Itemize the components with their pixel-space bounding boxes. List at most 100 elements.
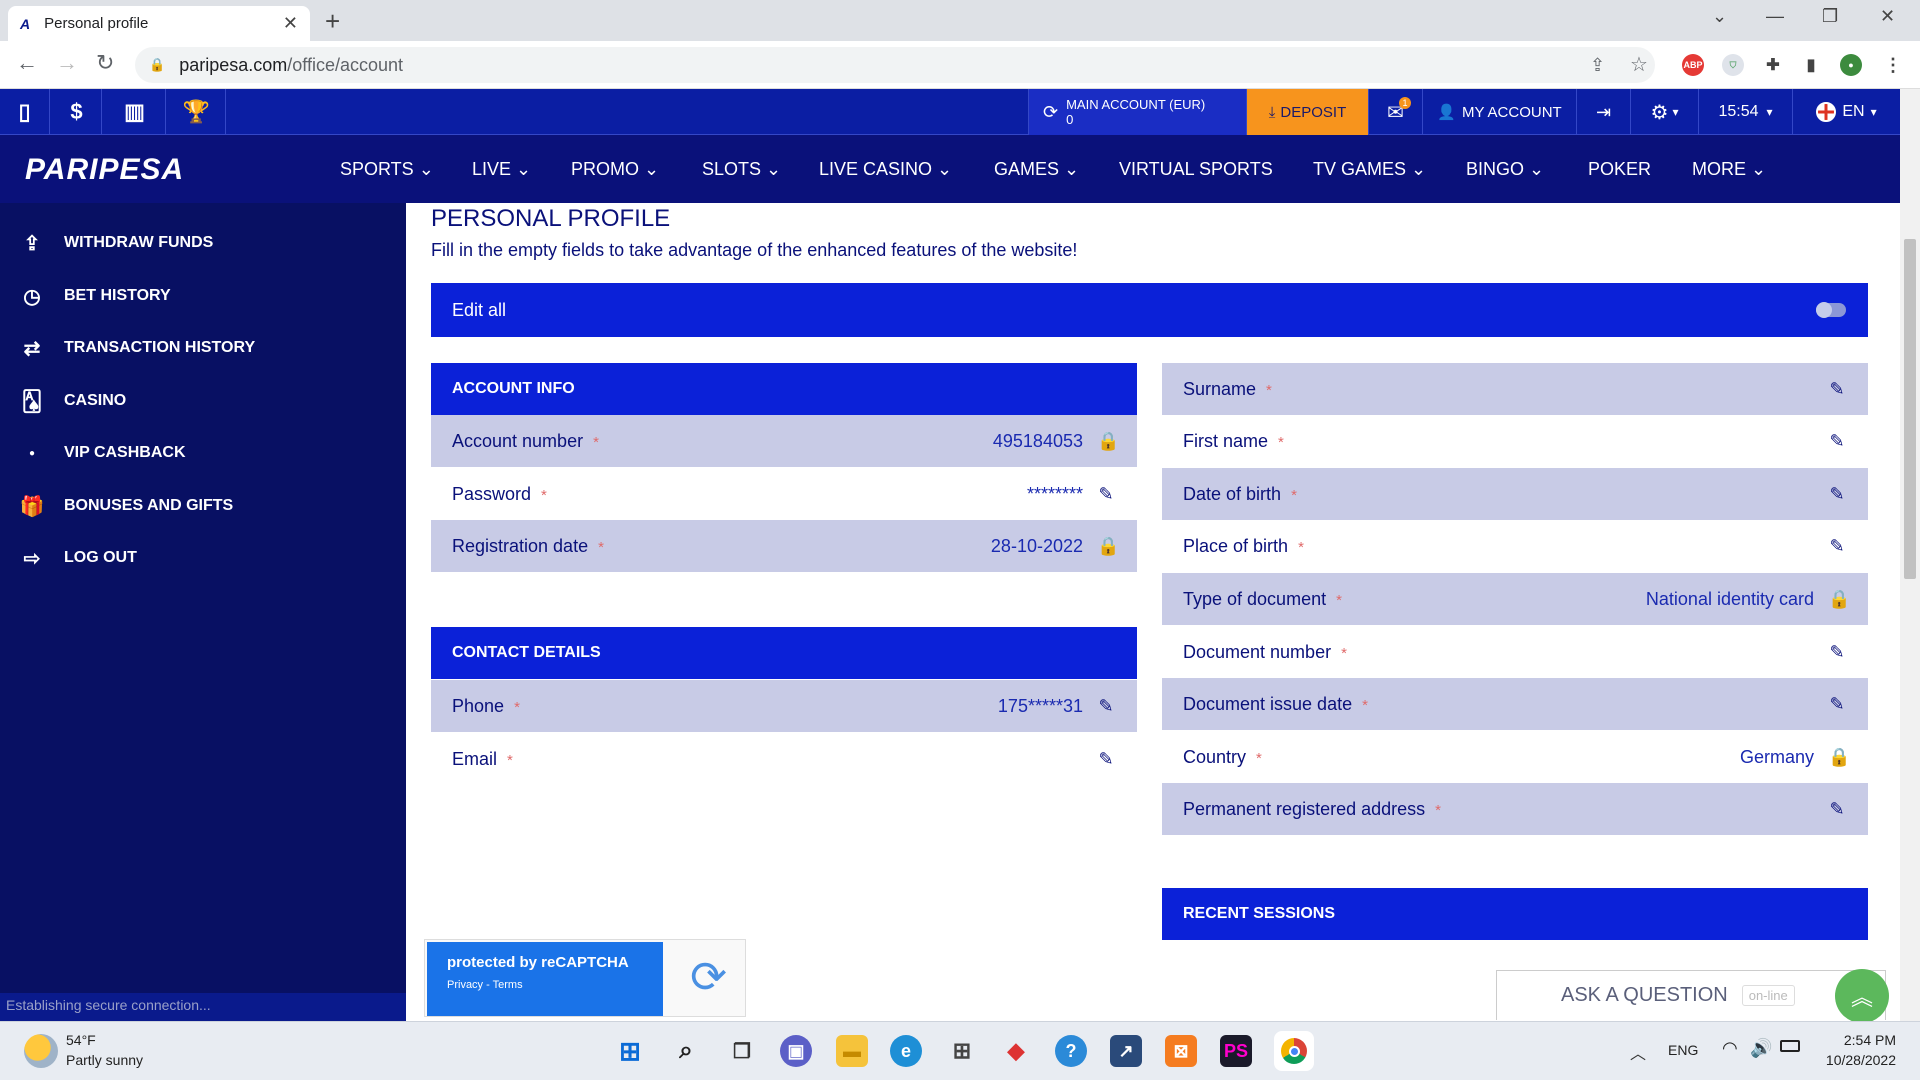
document-number-label: Document number: [1183, 641, 1332, 662]
adblock-icon[interactable]: ABP: [1682, 54, 1704, 76]
edit-all-toggle[interactable]: [1816, 302, 1846, 318]
menu-virtual-sports[interactable]: VIRTUAL SPORTS: [1119, 159, 1273, 180]
statistics-icon[interactable]: ▥: [104, 89, 166, 135]
browser-menu-icon[interactable]: ⋮: [1882, 54, 1904, 76]
recaptcha-links[interactable]: Privacy - Terms: [447, 979, 643, 991]
clock-icon: ◷: [23, 285, 41, 308]
sidebar-item-casino[interactable]: 🂡 CASINO: [0, 375, 406, 427]
main-account-block[interactable]: ⟳ MAIN ACCOUNT (EUR) 0: [1028, 89, 1246, 135]
back-icon[interactable]: ←: [16, 51, 38, 75]
windows-start-icon[interactable]: ⊞: [614, 1035, 646, 1067]
page-scrollbar[interactable]: [1900, 89, 1920, 1021]
scroll-up-icon[interactable]: ︽: [1835, 969, 1889, 1023]
search-icon[interactable]: ⌕: [670, 1035, 702, 1067]
clock-time[interactable]: 2:54 PM: [1820, 1032, 1896, 1048]
sidebar-item-bonuses[interactable]: 🎁 BONUSES AND GIFTS: [0, 480, 406, 532]
extensions-icon[interactable]: ✚: [1762, 54, 1784, 76]
menu-tv-games[interactable]: TV GAMES ⌄: [1313, 159, 1426, 180]
close-window-icon[interactable]: ✕: [1880, 6, 1895, 27]
gift-icon: 🎁: [19, 495, 45, 518]
browser-tab[interactable]: A Personal profile ✕: [8, 6, 310, 41]
time-selector[interactable]: 15:54 ▾: [1698, 89, 1792, 135]
address-bar[interactable]: 🔒 paripesa.com/office/account: [135, 47, 1655, 83]
bookmark-star-icon[interactable]: ☆: [1630, 53, 1648, 77]
refresh-icon[interactable]: ⟳: [1043, 103, 1058, 121]
language-selector[interactable]: EN ▾: [1792, 89, 1900, 135]
sidebar-item-withdraw[interactable]: ⇪ WITHDRAW FUNDS: [0, 217, 406, 269]
required-mark: *: [541, 486, 547, 504]
pencil-icon[interactable]: ✎: [1828, 379, 1846, 400]
new-tab-button[interactable]: +: [325, 6, 340, 36]
minimize-icon[interactable]: —: [1766, 6, 1784, 27]
profile-avatar[interactable]: ●: [1840, 54, 1862, 76]
sidebar-item-bet-history[interactable]: ◷ BET HISTORY: [0, 270, 406, 322]
menu-live-casino[interactable]: LIVE CASINO ⌄: [819, 159, 952, 180]
messages-button[interactable]: ✉ 1: [1368, 89, 1422, 135]
dollar-icon[interactable]: $: [52, 89, 102, 135]
pencil-icon[interactable]: ✎: [1828, 536, 1846, 557]
recaptcha-badge[interactable]: protected by reCAPTCHA Privacy - Terms ⟳: [424, 939, 746, 1017]
shield-extension-icon[interactable]: ⛉: [1722, 54, 1744, 76]
edge-icon[interactable]: e: [890, 1035, 922, 1067]
app-diamond-icon[interactable]: ◆: [1000, 1035, 1032, 1067]
registration-date-value: 28-10-2022: [990, 535, 1083, 556]
side-panel-icon[interactable]: ▮: [1800, 54, 1822, 76]
required-mark: *: [1256, 749, 1262, 767]
pencil-icon[interactable]: ✎: [1828, 694, 1846, 715]
help-icon[interactable]: ?: [1055, 1035, 1087, 1067]
language-value: EN: [1842, 103, 1865, 120]
edit-all-label: Edit all: [452, 299, 507, 320]
deposit-button[interactable]: ⤓ DEPOSIT: [1246, 89, 1368, 135]
pencil-icon[interactable]: ✎: [1828, 642, 1846, 663]
menu-promo[interactable]: PROMO ⌄: [571, 159, 659, 180]
mobile-icon[interactable]: ▯: [0, 89, 50, 135]
chrome-taskbar-button[interactable]: [1274, 1031, 1314, 1071]
menu-poker[interactable]: POKER: [1588, 159, 1651, 180]
pencil-icon[interactable]: ✎: [1097, 749, 1115, 770]
my-account-button[interactable]: 👤 MY ACCOUNT: [1422, 89, 1576, 135]
forward-icon[interactable]: →: [56, 51, 78, 75]
maximize-icon[interactable]: ❐: [1822, 6, 1838, 27]
close-tab-icon[interactable]: ✕: [283, 13, 298, 34]
settings-button[interactable]: ⚙ ▾: [1630, 89, 1698, 135]
ask-question-widget[interactable]: ASK A QUESTION on-line ︽: [1496, 969, 1889, 1023]
weather-icon[interactable]: [24, 1034, 58, 1068]
xampp-icon[interactable]: ⊠: [1165, 1035, 1197, 1067]
task-view-icon[interactable]: ❐: [726, 1035, 758, 1067]
sidebar-item-vip-cashback[interactable]: ● VIP CASHBACK: [0, 427, 406, 479]
pencil-icon[interactable]: ✎: [1097, 696, 1115, 717]
menu-slots[interactable]: SLOTS ⌄: [702, 159, 781, 180]
menu-bingo[interactable]: BINGO ⌄: [1466, 159, 1544, 180]
volume-icon[interactable]: 🔊: [1750, 1038, 1772, 1059]
tab-search-icon[interactable]: ⌄: [1712, 6, 1727, 27]
menu-games[interactable]: GAMES ⌄: [994, 159, 1079, 180]
menu-sports[interactable]: SPORTS ⌄: [340, 159, 434, 180]
required-mark: *: [1266, 381, 1272, 399]
sidebar-item-logout[interactable]: ⇨ LOG OUT: [0, 532, 406, 584]
pencil-icon[interactable]: ✎: [1828, 484, 1846, 505]
app-chart-icon[interactable]: ↗: [1110, 1035, 1142, 1067]
my-account-label: MY ACCOUNT: [1461, 103, 1562, 121]
reload-icon[interactable]: ↻: [96, 51, 114, 75]
menu-live[interactable]: LIVE ⌄: [472, 159, 531, 180]
sidebar-item-transaction-history[interactable]: ⇄ TRANSACTION HISTORY: [0, 322, 406, 374]
store-icon[interactable]: ⊞: [946, 1035, 978, 1067]
wifi-icon[interactable]: ◠: [1722, 1038, 1738, 1059]
scrollbar-thumb[interactable]: [1904, 239, 1916, 579]
share-icon[interactable]: ⇪: [1590, 53, 1605, 77]
logout-top-button[interactable]: ⇥: [1576, 89, 1630, 135]
chevron-down-icon: ▾: [1870, 105, 1877, 119]
phpstorm-icon[interactable]: PS: [1220, 1035, 1252, 1067]
menu-more[interactable]: MORE ⌄: [1692, 159, 1766, 180]
input-language[interactable]: ENG: [1668, 1042, 1698, 1058]
chat-icon[interactable]: ▣: [780, 1035, 812, 1067]
trophy-icon[interactable]: 🏆: [168, 89, 226, 135]
pencil-icon[interactable]: ✎: [1097, 484, 1115, 505]
pencil-icon[interactable]: ✎: [1828, 431, 1846, 452]
battery-icon[interactable]: [1780, 1040, 1800, 1052]
file-explorer-icon[interactable]: ▬: [836, 1035, 868, 1067]
tray-chevron-icon[interactable]: ︿: [1630, 1040, 1646, 1064]
site-logo[interactable]: PARIPESA: [25, 153, 184, 187]
clock-date[interactable]: 10/28/2022: [1810, 1052, 1896, 1068]
pencil-icon[interactable]: ✎: [1828, 799, 1846, 820]
